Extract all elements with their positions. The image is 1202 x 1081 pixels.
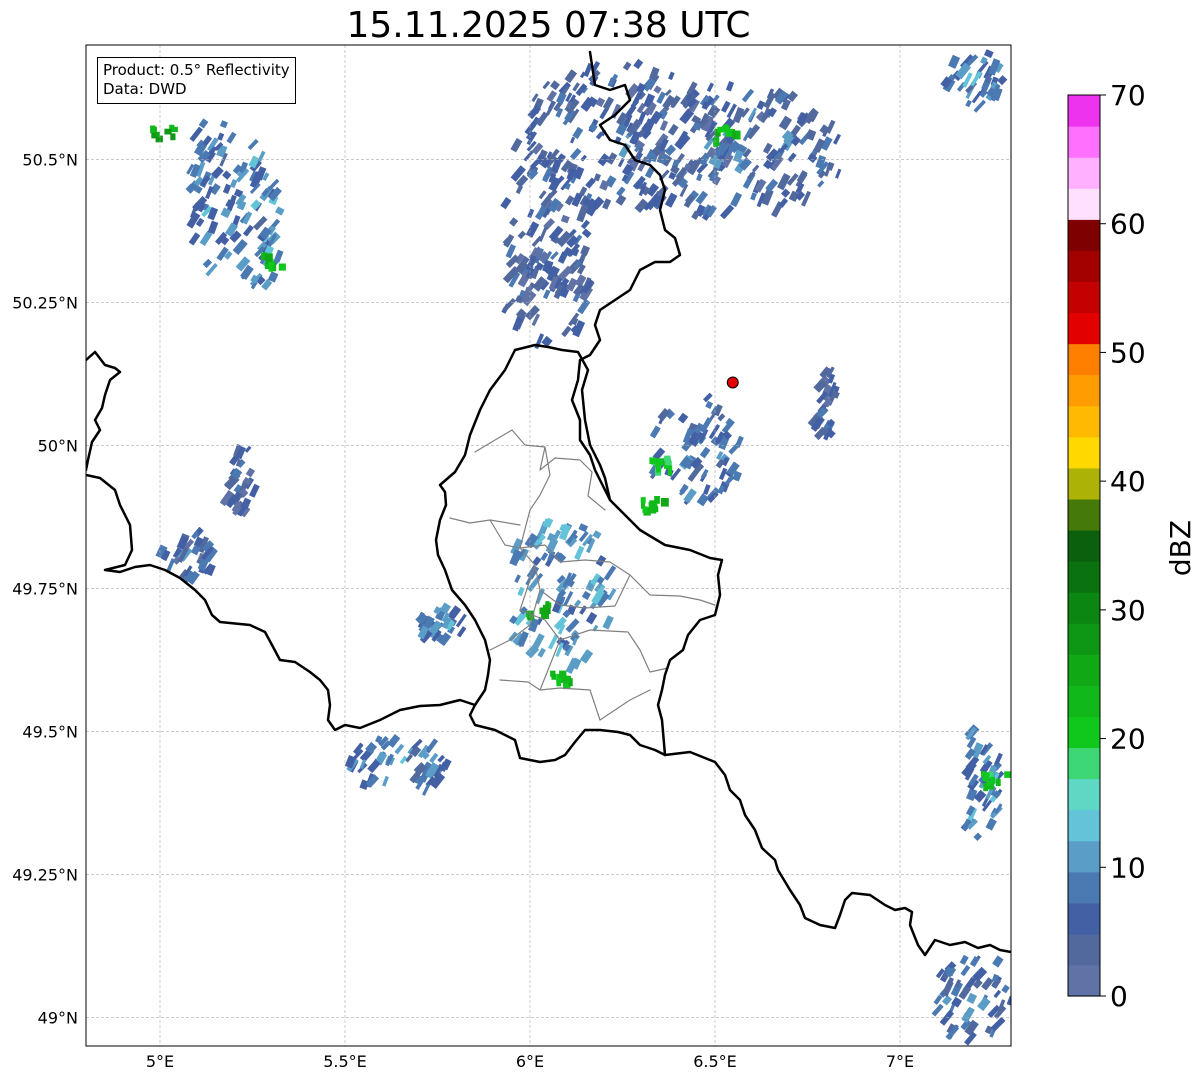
colorbar-tick-label: 60 bbox=[1110, 208, 1146, 241]
echo-core-cell bbox=[732, 130, 737, 139]
echo-core-cell bbox=[155, 131, 160, 137]
colorbar-segment bbox=[1068, 219, 1100, 251]
colorbar-segment bbox=[1068, 840, 1100, 873]
radar-site-marker bbox=[726, 376, 739, 389]
colorbar: 0 10 20 30 40 50 60 70 dBZ bbox=[1067, 79, 1197, 1013]
colorbar-segment bbox=[1068, 126, 1100, 158]
y-tick-label: 50°N bbox=[38, 436, 78, 455]
colorbar-segment bbox=[1068, 498, 1100, 531]
colorbar-segment bbox=[1068, 747, 1100, 780]
echo-core-cell bbox=[649, 457, 656, 464]
info-box: Product: 0.5° Reflectivity Data: DWD bbox=[97, 57, 296, 104]
colorbar-segment bbox=[1068, 250, 1100, 283]
colorbar-segment bbox=[1068, 561, 1100, 593]
colorbar-segment bbox=[1068, 374, 1100, 407]
echo-core-cell bbox=[713, 137, 718, 148]
echo-core-cell bbox=[164, 128, 172, 135]
echo-core-cell bbox=[542, 604, 549, 611]
y-tick-label: 49.5°N bbox=[22, 722, 78, 741]
colorbar-tick-label: 50 bbox=[1110, 336, 1146, 369]
echo-core-cell bbox=[664, 455, 671, 462]
colorbar-segment bbox=[1068, 623, 1100, 655]
y-tick-label: 50.25°N bbox=[12, 293, 78, 312]
radar-map-figure: 5°E 5.5°E 6°E 6.5°E 7°E 50.5°N 50.25°N 50°N 49.7… bbox=[12, 44, 1197, 1071]
colorbar-segment bbox=[1068, 343, 1100, 376]
colorbar-segment bbox=[1068, 188, 1100, 220]
echo-core-cell bbox=[986, 780, 992, 786]
echo-core-cell bbox=[556, 677, 561, 687]
echo-core-cell bbox=[278, 263, 286, 271]
colorbar-segment bbox=[1068, 716, 1100, 749]
echo-core-cell bbox=[640, 497, 646, 504]
echo-core-cell bbox=[983, 772, 990, 782]
colorbar-segment bbox=[1068, 405, 1100, 438]
y-tick-label: 49.25°N bbox=[12, 865, 78, 884]
colorbar-segment bbox=[1068, 157, 1100, 189]
colorbar-segment bbox=[1068, 964, 1100, 997]
colorbar-segment bbox=[1068, 436, 1100, 469]
x-tick-label: 5.5°E bbox=[323, 1052, 367, 1071]
colorbar-segment bbox=[1068, 529, 1100, 562]
colorbar-segment bbox=[1068, 933, 1100, 966]
echo-core-cell bbox=[564, 675, 571, 681]
y-tick-label: 49.75°N bbox=[12, 579, 78, 598]
colorbar-segment bbox=[1068, 312, 1100, 345]
colorbar-tick-label: 10 bbox=[1110, 851, 1146, 884]
x-tick-label: 7°E bbox=[886, 1052, 914, 1071]
colorbar-segment bbox=[1068, 871, 1100, 904]
colorbar-segment bbox=[1068, 467, 1100, 500]
echo-core-cell bbox=[995, 778, 1001, 787]
echo-core-cell bbox=[655, 459, 661, 468]
colorbar-tick-label: 70 bbox=[1110, 79, 1146, 112]
product-text: Product: 0.5° Reflectivity bbox=[103, 61, 290, 79]
colorbar-segment bbox=[1068, 95, 1100, 127]
colorbar-segment bbox=[1068, 654, 1100, 686]
colorbar-segment bbox=[1068, 778, 1100, 811]
echo-core-cell bbox=[150, 125, 156, 133]
x-tick-label: 5°E bbox=[146, 1052, 174, 1071]
colorbar-tick-label: 30 bbox=[1110, 594, 1146, 627]
x-tick-label: 6.5°E bbox=[693, 1052, 737, 1071]
echo-core-cell bbox=[550, 670, 556, 677]
colorbar-segment bbox=[1068, 685, 1100, 717]
colorbar-unit-label: dBZ bbox=[1164, 520, 1197, 576]
colorbar-tick-label: 40 bbox=[1110, 465, 1146, 498]
colorbar-tick-label: 0 bbox=[1110, 980, 1128, 1013]
echo-core-cell bbox=[717, 126, 725, 133]
echo-core-cell bbox=[649, 500, 658, 511]
echo-core-cell bbox=[268, 262, 273, 272]
colorbar-tick-label: 20 bbox=[1110, 723, 1146, 756]
x-tick-label: 6°E bbox=[516, 1052, 544, 1071]
data-source-text: Data: DWD bbox=[103, 80, 187, 98]
colorbar-segment bbox=[1068, 592, 1100, 624]
echo-core-cell bbox=[1004, 771, 1011, 778]
radar-site-layer bbox=[726, 376, 739, 389]
echo-core-cell bbox=[642, 506, 648, 513]
colorbar-segment bbox=[1068, 902, 1100, 935]
colorbar-segment bbox=[1068, 809, 1100, 842]
echo-core-cell bbox=[660, 498, 669, 507]
colorbar-segment bbox=[1068, 281, 1100, 314]
y-tick-label: 50.5°N bbox=[22, 150, 78, 169]
y-tick-label: 49°N bbox=[38, 1008, 78, 1027]
